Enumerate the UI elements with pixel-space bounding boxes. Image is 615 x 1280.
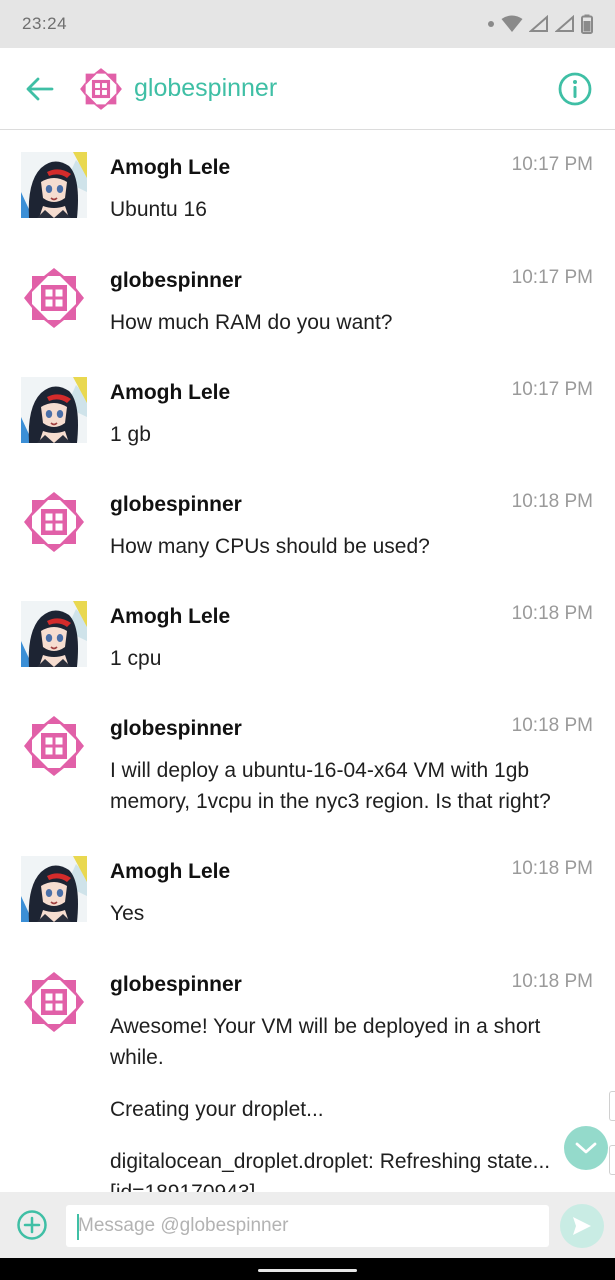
user-avatar-image xyxy=(21,601,87,667)
info-button[interactable] xyxy=(555,69,595,109)
message-text: How many CPUs should be used? xyxy=(110,535,430,558)
message-body: Yes xyxy=(110,898,580,950)
text-caret xyxy=(77,1214,79,1240)
sender-name[interactable]: Amogh Lele xyxy=(110,156,230,180)
message-text: Creating your droplet... xyxy=(110,1098,324,1121)
message-body: Awesome! Your VM will be deployed in a s… xyxy=(110,1011,580,1192)
bot-identicon xyxy=(78,65,124,112)
message-time: 10:17 PM xyxy=(511,267,593,288)
back-button[interactable] xyxy=(20,69,60,109)
signal-icon-2 xyxy=(555,15,574,32)
message-text: Ubuntu 16 xyxy=(110,198,207,221)
scrollbar-handle[interactable] xyxy=(609,1091,615,1121)
bot-identicon xyxy=(21,489,87,555)
message-composer xyxy=(0,1192,615,1258)
sender-name[interactable]: Amogh Lele xyxy=(110,605,230,629)
sender-name[interactable]: globespinner xyxy=(110,493,242,517)
message-time: 10:18 PM xyxy=(511,858,593,879)
message-time: 10:18 PM xyxy=(511,715,593,736)
navigation-bar xyxy=(0,1258,615,1280)
message-text: How much RAM do you want? xyxy=(110,311,393,334)
status-bar: 23:24 xyxy=(0,0,615,48)
user-avatar-image xyxy=(21,856,87,922)
header-avatar[interactable] xyxy=(78,65,124,112)
info-icon xyxy=(558,72,592,106)
avatar[interactable] xyxy=(21,489,87,555)
message-text: 1 cpu xyxy=(110,647,162,670)
send-icon xyxy=(573,1217,591,1235)
message-text: Yes xyxy=(110,902,145,925)
message-text: Awesome! Your VM will be deployed in a s… xyxy=(110,1015,541,1069)
sender-name[interactable]: globespinner xyxy=(110,269,242,293)
message-input[interactable] xyxy=(66,1205,549,1247)
battery-icon xyxy=(581,14,593,34)
bot-identicon xyxy=(21,713,87,779)
bot-identicon xyxy=(21,969,87,1035)
sender-name[interactable]: globespinner xyxy=(110,973,242,997)
message-time: 10:18 PM xyxy=(511,491,593,512)
message-time: 10:17 PM xyxy=(511,154,593,175)
message-text: I will deploy a ubuntu-16-04-x64 VM with… xyxy=(110,759,551,813)
message-time: 10:18 PM xyxy=(511,971,593,992)
arrow-left-icon xyxy=(26,77,54,100)
message-text: 1 gb xyxy=(110,423,151,446)
scroll-to-bottom-button[interactable] xyxy=(564,1126,608,1170)
sender-name[interactable]: globespinner xyxy=(110,717,242,741)
message-body: 1 cpu xyxy=(110,643,580,695)
wifi-icon xyxy=(501,15,523,32)
header-title[interactable]: globespinner xyxy=(134,74,277,103)
plus-circle-icon xyxy=(17,1210,47,1240)
send-button[interactable] xyxy=(560,1204,604,1248)
avatar[interactable] xyxy=(21,856,87,922)
message-body: How many CPUs should be used? xyxy=(110,531,580,583)
chevron-down-icon xyxy=(575,1142,597,1154)
message-list[interactable]: Amogh Lele 10:17 PM Ubuntu 16 globespinn… xyxy=(0,131,615,1192)
avatar[interactable] xyxy=(21,377,87,443)
avatar[interactable] xyxy=(21,265,87,331)
user-avatar-image xyxy=(21,377,87,443)
add-attachment-button[interactable] xyxy=(16,1209,48,1241)
bot-identicon xyxy=(21,265,87,331)
home-gesture-handle[interactable] xyxy=(258,1269,357,1272)
scrollbar-handle[interactable] xyxy=(609,1145,615,1175)
status-icons xyxy=(487,14,593,34)
message-time: 10:17 PM xyxy=(511,379,593,400)
signal-icon xyxy=(529,15,548,32)
message-text: digitalocean_droplet.droplet: Refreshing… xyxy=(110,1150,551,1192)
status-time: 23:24 xyxy=(22,14,68,33)
avatar[interactable] xyxy=(21,969,87,1035)
avatar[interactable] xyxy=(21,713,87,779)
chat-header: globespinner xyxy=(0,48,615,130)
sender-name[interactable]: Amogh Lele xyxy=(110,860,230,884)
user-avatar-image xyxy=(21,152,87,218)
notification-dot-icon xyxy=(488,21,494,27)
avatar[interactable] xyxy=(21,601,87,667)
message-time: 10:18 PM xyxy=(511,603,593,624)
message-body: How much RAM do you want? xyxy=(110,307,580,359)
message-body: Ubuntu 16 xyxy=(110,194,580,246)
message-body: I will deploy a ubuntu-16-04-x64 VM with… xyxy=(110,755,580,838)
message-body: 1 gb xyxy=(110,419,580,471)
avatar[interactable] xyxy=(21,152,87,218)
sender-name[interactable]: Amogh Lele xyxy=(110,381,230,405)
